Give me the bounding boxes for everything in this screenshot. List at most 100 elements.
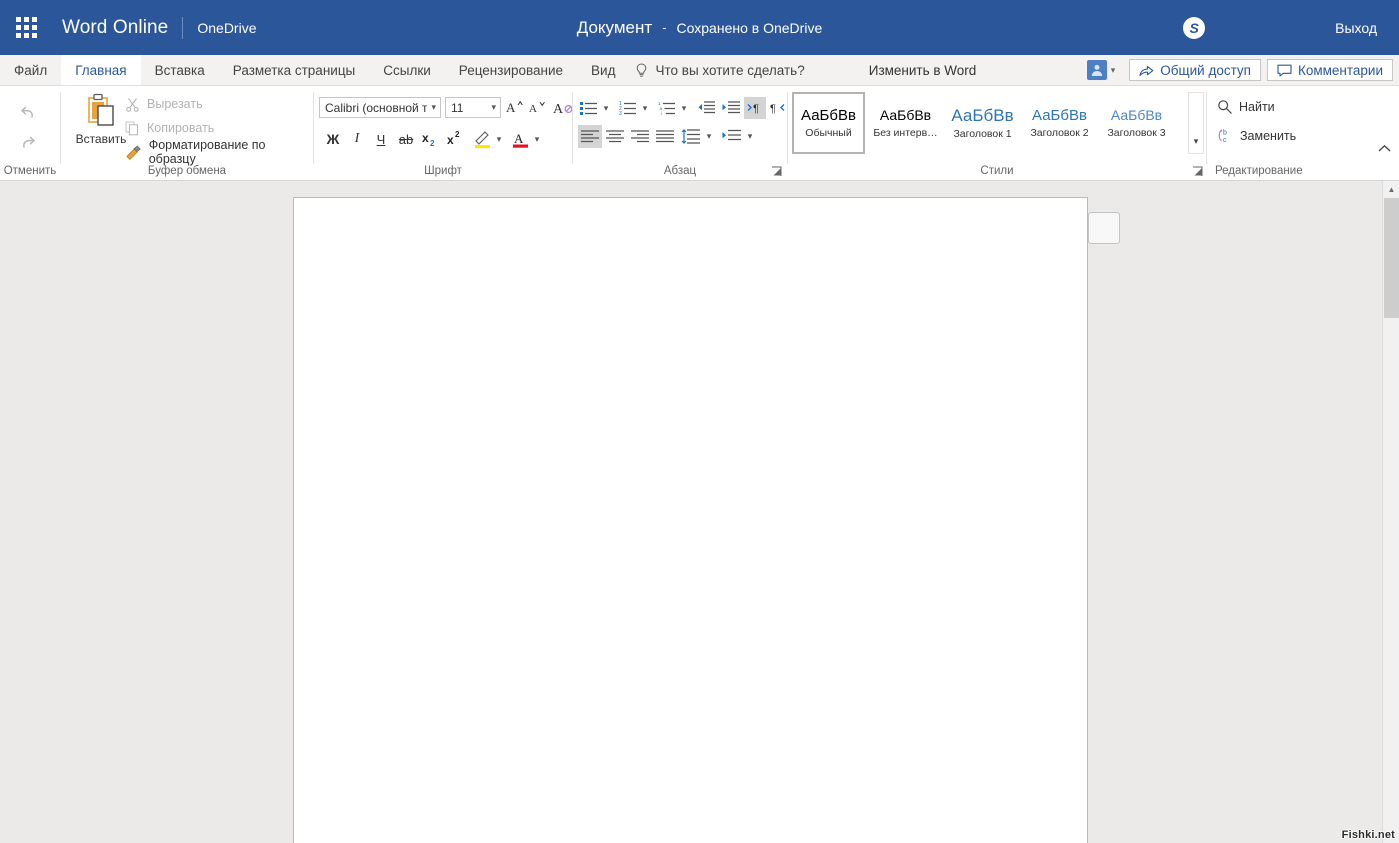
tab-references[interactable]: Ссылки xyxy=(369,55,445,85)
tab-page-layout[interactable]: Разметка страницы xyxy=(219,55,369,85)
style-heading-3[interactable]: АаБбВв Заголовок 3 xyxy=(1100,92,1173,154)
vertical-scrollbar[interactable]: ▲ ▼ xyxy=(1382,181,1399,843)
line-spacing-chevron-down-icon[interactable]: ▾ xyxy=(703,128,715,145)
styles-gallery-scroll[interactable]: ▾ xyxy=(1188,92,1204,154)
font-size-combo[interactable]: 11 ▾ xyxy=(445,97,501,118)
scroll-up-arrow[interactable]: ▲ xyxy=(1383,181,1399,198)
bullet-list-icon[interactable] xyxy=(578,97,600,119)
font-color-button[interactable]: A xyxy=(510,127,532,151)
left-to-right-icon[interactable]: ¶ xyxy=(744,97,766,119)
watermark: Fishki.net xyxy=(1341,829,1395,841)
person-avatar-icon[interactable] xyxy=(1086,60,1107,80)
paragraph-spacing-icon[interactable] xyxy=(720,125,744,148)
strikethrough-button[interactable]: ab xyxy=(394,127,418,151)
justify-icon[interactable] xyxy=(653,125,677,148)
decrease-indent-icon[interactable] xyxy=(695,97,717,119)
sign-out-link[interactable]: Выход xyxy=(1335,20,1377,36)
svg-text:2: 2 xyxy=(430,139,435,148)
collapse-ribbon-button[interactable] xyxy=(1378,144,1391,156)
tell-me-search[interactable]: Что вы хотите сделать? xyxy=(629,55,814,85)
font-name-combo[interactable]: Calibri (основной т ▾ xyxy=(319,97,441,118)
numbered-list-icon[interactable]: 123 xyxy=(617,97,639,119)
shrink-font-button[interactable]: A xyxy=(527,95,549,119)
paste-button[interactable]: Вставить xyxy=(69,92,133,154)
font-size-value: 11 xyxy=(451,100,464,115)
superscript-button[interactable]: x2 xyxy=(445,127,469,151)
svg-text:A: A xyxy=(553,102,564,117)
style-name: Без интерв… xyxy=(873,126,938,139)
comment-icon xyxy=(1277,64,1292,77)
comments-button[interactable]: Комментарии xyxy=(1266,59,1393,81)
styles-dialog-launcher[interactable] xyxy=(1192,166,1204,178)
replace-button[interactable]: bc Заменить xyxy=(1217,127,1296,144)
share-button[interactable]: Общий доступ xyxy=(1129,59,1261,81)
waffle-menu-icon[interactable] xyxy=(6,17,46,38)
grow-font-button[interactable]: A xyxy=(504,95,526,119)
highlight-pen-icon[interactable] xyxy=(472,127,494,151)
align-center-icon[interactable] xyxy=(603,125,627,148)
undo-arrow-icon[interactable] xyxy=(2,98,54,128)
group-label-clipboard: Буфер обмена xyxy=(147,165,227,177)
style-sample: АаБбВв xyxy=(801,106,856,124)
style-normal[interactable]: АаБбВв Обычный xyxy=(792,92,865,154)
document-canvas[interactable]: ▲ ▼ Fishki.net xyxy=(0,181,1399,843)
onedrive-link[interactable]: OneDrive xyxy=(197,20,256,36)
align-left-icon[interactable] xyxy=(578,125,602,148)
increase-indent-icon[interactable] xyxy=(720,97,742,119)
title-separator-dash: - xyxy=(662,20,667,35)
share-icon xyxy=(1139,65,1154,77)
font-name-value: Calibri (основной т xyxy=(325,100,428,115)
numbering-chevron-down-icon[interactable]: ▾ xyxy=(639,100,651,117)
bullets-chevron-down-icon[interactable]: ▾ xyxy=(600,100,612,117)
cut-label: Вырезать xyxy=(147,97,203,111)
ribbon-group-clipboard: Вставить Вырезать Копировать Форматирова… xyxy=(61,86,313,181)
find-button[interactable]: Найти xyxy=(1217,99,1275,115)
chevron-down-icon[interactable]: ▾ xyxy=(1111,65,1116,76)
right-to-left-icon[interactable]: ¶ xyxy=(767,97,789,119)
svg-text:x: x xyxy=(422,131,429,145)
multilevel-list-icon[interactable]: 1ai xyxy=(656,97,678,119)
save-status[interactable]: Сохранено в OneDrive xyxy=(677,20,823,36)
svg-text:A: A xyxy=(514,131,524,146)
multilevel-chevron-down-icon[interactable]: ▾ xyxy=(678,100,690,117)
svg-text:x: x xyxy=(447,133,454,147)
document-name[interactable]: Документ xyxy=(577,18,652,38)
cut-button[interactable]: Вырезать xyxy=(125,94,203,114)
format-painter-button[interactable]: Форматирование по образцу xyxy=(125,138,313,166)
tab-view[interactable]: Вид xyxy=(577,55,629,85)
style-heading-2[interactable]: АаБбВв Заголовок 2 xyxy=(1023,92,1096,154)
tab-insert[interactable]: Вставка xyxy=(141,55,219,85)
style-no-spacing[interactable]: АаБбВв Без интерв… xyxy=(869,92,942,154)
tab-review[interactable]: Рецензирование xyxy=(445,55,577,85)
group-label-editing: Редактирование xyxy=(1215,165,1303,177)
group-label-font: Шрифт xyxy=(424,165,462,177)
svg-text:b: b xyxy=(1223,130,1227,137)
edit-in-word-button[interactable]: Изменить в Word xyxy=(855,55,991,85)
redo-arrow-icon[interactable] xyxy=(2,128,54,158)
floating-panel-tab[interactable] xyxy=(1088,212,1120,244)
paragraph-spacing-chevron-down-icon[interactable]: ▾ xyxy=(744,128,756,145)
document-page[interactable] xyxy=(293,197,1088,843)
line-spacing-icon[interactable] xyxy=(679,125,703,148)
paste-icon xyxy=(88,93,114,126)
subscript-button[interactable]: x2 xyxy=(420,127,444,151)
skype-icon[interactable]: S xyxy=(1183,16,1206,39)
app-brand[interactable]: Word Online xyxy=(62,17,168,39)
font-color-chevron-down-icon[interactable]: ▾ xyxy=(531,130,543,148)
bold-button[interactable]: Ж xyxy=(322,127,344,151)
style-heading-1[interactable]: АаБбВв Заголовок 1 xyxy=(946,92,1019,154)
title-bar-right: S Выход xyxy=(1183,0,1399,55)
copy-button[interactable]: Копировать xyxy=(125,118,214,138)
highlight-chevron-down-icon[interactable]: ▾ xyxy=(493,130,505,148)
scrollbar-thumb[interactable] xyxy=(1384,198,1399,318)
tab-file[interactable]: Файл xyxy=(0,55,61,85)
tab-home[interactable]: Главная xyxy=(61,55,141,85)
group-label-undo: Отменить xyxy=(3,165,57,177)
underline-button[interactable]: Ч xyxy=(370,127,392,151)
align-right-icon[interactable] xyxy=(628,125,652,148)
chevron-down-icon[interactable]: ▾ xyxy=(1194,136,1199,147)
paragraph-dialog-launcher[interactable] xyxy=(771,166,783,178)
ribbon-group-font: Calibri (основной т ▾ 11 ▾ A A A Ж I Ч a… xyxy=(314,86,573,181)
search-icon xyxy=(1218,100,1232,114)
italic-button[interactable]: I xyxy=(346,127,368,151)
